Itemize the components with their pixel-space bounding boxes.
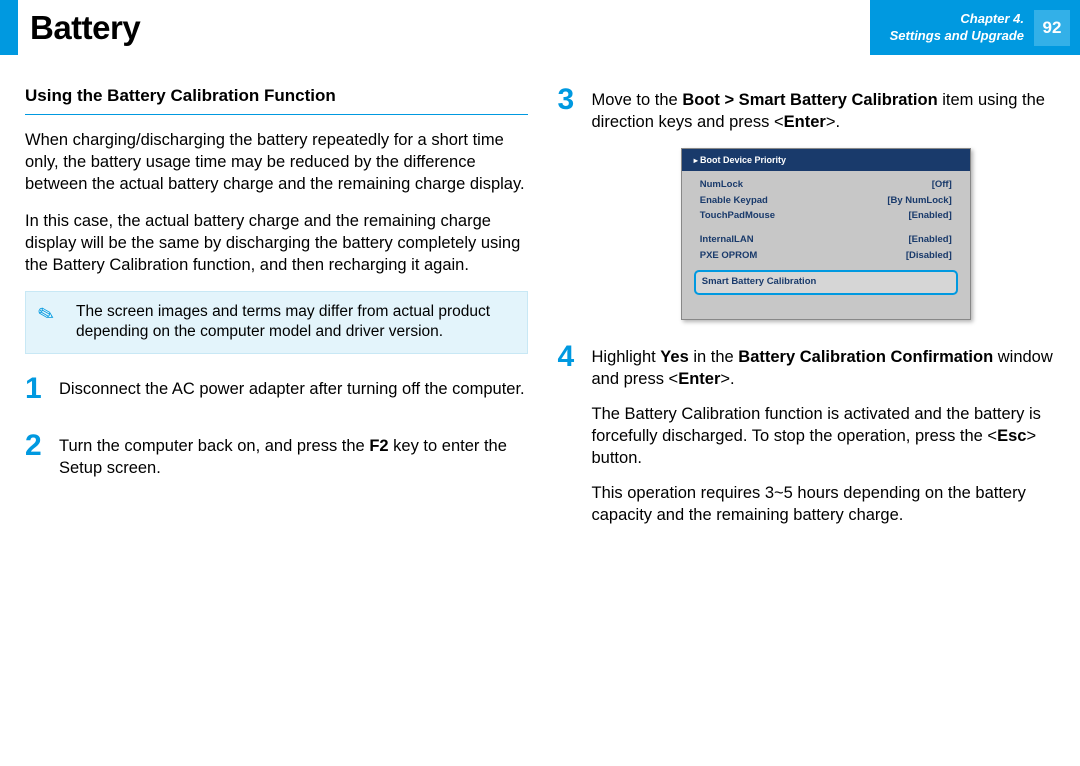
bios-row: NumLock[Off]: [682, 177, 970, 193]
bios-header: Boot Device Priority: [682, 149, 970, 172]
bios-highlighted-item: Smart Battery Calibration: [694, 270, 958, 295]
intro-paragraph-1: When charging/discharging the battery re…: [25, 129, 528, 196]
bios-row: Enable Keypad[By NumLock]: [682, 193, 970, 209]
step-number: 1: [25, 374, 45, 412]
bios-screenshot: Boot Device Priority NumLock[Off] Enable…: [681, 148, 971, 321]
step-text: Turn the computer back on, and press the…: [59, 435, 528, 480]
section-subheading: Using the Battery Calibration Function: [25, 85, 528, 115]
step-2: 2 Turn the computer back on, and press t…: [25, 431, 528, 492]
step-body: Turn the computer back on, and press the…: [59, 431, 528, 492]
step-text: This operation requires 3~5 hours depend…: [592, 482, 1061, 527]
step-body: Highlight Yes in the Battery Calibration…: [592, 342, 1061, 538]
note-callout: ✎ The screen images and terms may differ…: [25, 291, 528, 355]
page-number: 92: [1034, 10, 1070, 46]
note-icon: ✎: [35, 300, 58, 330]
note-text: The screen images and terms may differ f…: [76, 303, 490, 341]
step-4: 4 Highlight Yes in the Battery Calibrati…: [558, 342, 1061, 538]
page-header: Battery Chapter 4. Settings and Upgrade …: [0, 0, 1080, 55]
step-text: Highlight Yes in the Battery Calibration…: [592, 346, 1061, 391]
chapter-line1: Chapter 4.: [890, 11, 1024, 27]
step-text: Move to the Boot > Smart Battery Calibra…: [592, 89, 1061, 134]
bios-row: InternalLAN[Enabled]: [682, 233, 970, 249]
header-accent-tab: [0, 0, 18, 55]
step-body: Move to the Boot > Smart Battery Calibra…: [592, 85, 1061, 320]
step-number: 2: [25, 431, 45, 492]
step-3: 3 Move to the Boot > Smart Battery Calib…: [558, 85, 1061, 320]
intro-paragraph-2: In this case, the actual battery charge …: [25, 210, 528, 277]
chapter-text: Chapter 4. Settings and Upgrade: [890, 11, 1024, 44]
step-text: The Battery Calibration function is acti…: [592, 403, 1061, 470]
bios-row: PXE OPROM[Disabled]: [682, 249, 970, 265]
bios-row: TouchPadMouse[Enabled]: [682, 209, 970, 225]
chapter-box: Chapter 4. Settings and Upgrade 92: [870, 0, 1080, 55]
chapter-line2: Settings and Upgrade: [890, 28, 1024, 44]
step-number: 4: [558, 342, 578, 538]
step-1: 1 Disconnect the AC power adapter after …: [25, 374, 528, 412]
step-body: Disconnect the AC power adapter after tu…: [59, 374, 525, 412]
left-column: Using the Battery Calibration Function W…: [25, 85, 528, 556]
step-number: 3: [558, 85, 578, 320]
right-column: 3 Move to the Boot > Smart Battery Calib…: [558, 85, 1061, 556]
step-text: Disconnect the AC power adapter after tu…: [59, 378, 525, 400]
